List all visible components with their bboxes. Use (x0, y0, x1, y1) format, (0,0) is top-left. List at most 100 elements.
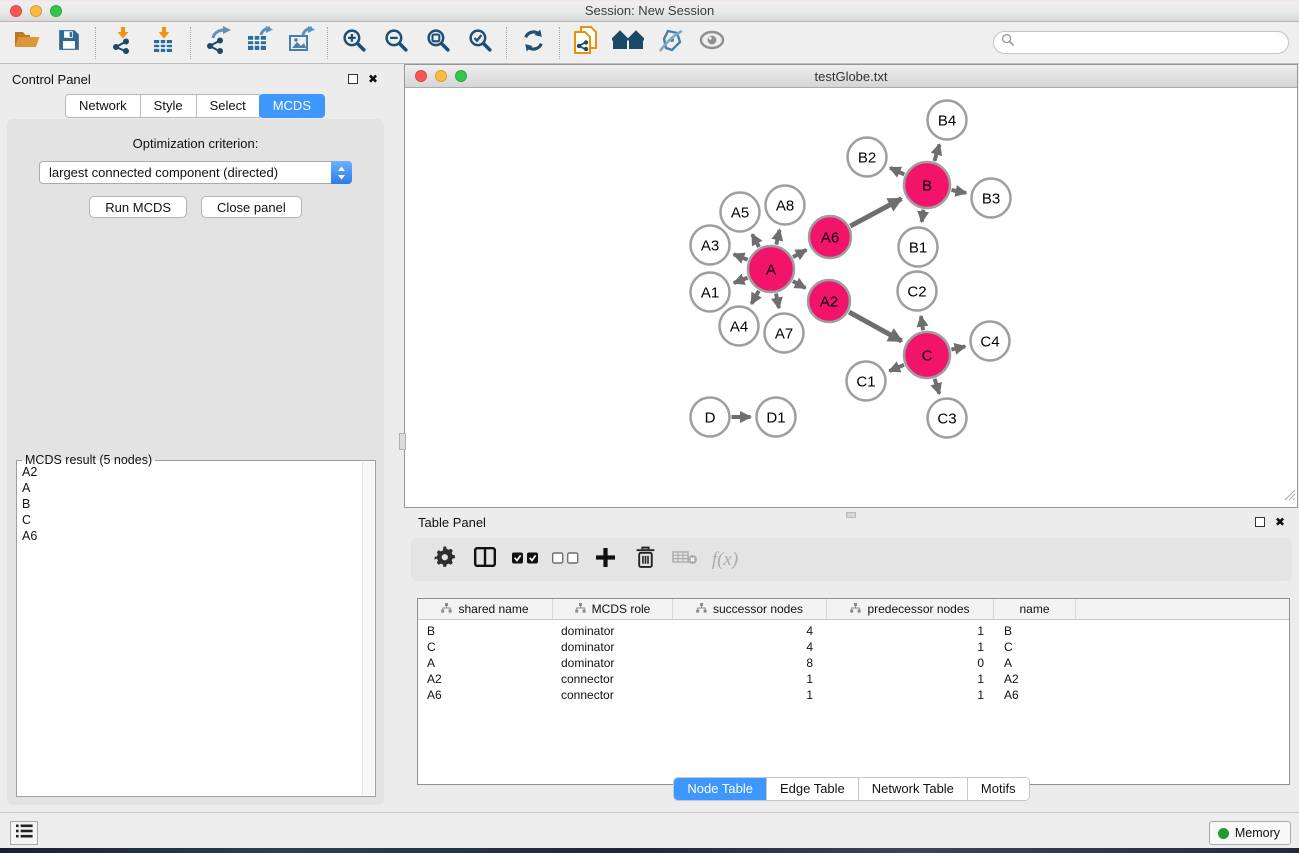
deselect-all-rows-button[interactable] (551, 546, 579, 574)
result-scrollbar[interactable] (362, 462, 374, 795)
export-table-button[interactable] (242, 26, 276, 60)
graph-node-A4[interactable]: A4 (720, 307, 759, 346)
float-panel-icon[interactable] (348, 74, 358, 84)
graph-edge-C-C4[interactable] (951, 347, 965, 350)
table-cell[interactable]: B (994, 624, 1076, 638)
table-cell[interactable]: A6 (418, 688, 553, 702)
graph-node-A[interactable]: A (748, 246, 794, 292)
graph-node-B2[interactable]: B2 (848, 138, 887, 177)
table-cell[interactable]: A (418, 656, 553, 670)
table-cell[interactable]: connector (553, 672, 673, 686)
graph-node-A8[interactable]: A8 (766, 186, 805, 225)
graph-edge-C-C2[interactable] (921, 316, 923, 330)
column-header-mcds-role[interactable]: MCDS role (553, 599, 673, 619)
table-settings-button[interactable] (431, 546, 459, 574)
graph-node-A2[interactable]: A2 (808, 280, 850, 322)
tab-style[interactable]: Style (140, 94, 197, 118)
table-cell[interactable]: 1 (827, 624, 994, 638)
close-table-panel-icon[interactable]: ✖ (1275, 517, 1285, 527)
export-network-button[interactable] (200, 26, 234, 60)
column-header-predecessor-nodes[interactable]: predecessor nodes (827, 599, 994, 619)
table-cell[interactable]: connector (553, 688, 673, 702)
graph-edge-B-B1[interactable] (922, 210, 924, 222)
delete-columns-button[interactable] (631, 546, 659, 574)
table-cell[interactable]: dominator (553, 624, 673, 638)
graph-edge-C-C1[interactable] (890, 365, 905, 371)
network-canvas[interactable]: B4B2BB3A8A5A6B1A3AC2A1A2A4A7C4CC1C3DD1 (405, 88, 1297, 507)
show-graphics-details-button[interactable] (695, 26, 729, 60)
run-mcds-button[interactable]: Run MCDS (89, 196, 187, 218)
graph-node-B4[interactable]: B4 (928, 101, 967, 140)
table-cell[interactable]: 8 (673, 656, 827, 670)
table-row[interactable]: Bdominator41B (418, 623, 1289, 639)
select-all-rows-button[interactable] (511, 546, 539, 574)
show-task-history-button[interactable] (10, 821, 38, 845)
graph-edge-C-C3[interactable] (935, 379, 940, 394)
graph-node-D[interactable]: D (691, 398, 730, 437)
table-cell[interactable]: A6 (994, 688, 1076, 702)
graph-edge-A-A6[interactable] (793, 250, 806, 257)
memory-button[interactable]: Memory (1209, 821, 1291, 845)
column-header-shared-name[interactable]: shared name (418, 599, 553, 619)
graph-node-B1[interactable]: B1 (899, 228, 938, 267)
graph-node-A3[interactable]: A3 (691, 226, 730, 265)
graph-node-A5[interactable]: A5 (721, 193, 760, 232)
table-cell[interactable]: dominator (553, 656, 673, 670)
tab-edge-table[interactable]: Edge Table (766, 778, 858, 800)
save-session-button[interactable] (52, 26, 86, 60)
graph-edge-B-B3[interactable] (952, 190, 967, 193)
table-cell[interactable]: A2 (994, 672, 1076, 686)
network-window-titlebar[interactable]: testGlobe.txt (405, 65, 1297, 88)
tab-motifs[interactable]: Motifs (967, 778, 1029, 800)
graph-edge-B-B4[interactable] (934, 144, 939, 161)
zoom-selected-button[interactable] (463, 26, 497, 60)
tab-network-table[interactable]: Network Table (858, 778, 967, 800)
close-panel-button[interactable]: Close panel (201, 196, 302, 218)
zoom-fit-button[interactable] (421, 26, 455, 60)
mcds-result-item[interactable]: B (22, 497, 361, 513)
column-header-successor-nodes[interactable]: successor nodes (673, 599, 827, 619)
mcds-result-item[interactable]: A (22, 481, 361, 497)
graph-node-A6[interactable]: A6 (809, 216, 851, 258)
table-cell[interactable]: B (418, 624, 553, 638)
zoom-out-button[interactable] (379, 26, 413, 60)
table-row[interactable]: A2connector11A2 (418, 671, 1289, 687)
home-browser-button[interactable] (611, 26, 645, 60)
graph-node-C[interactable]: C (904, 332, 950, 378)
import-network-button[interactable] (105, 26, 139, 60)
graph-edge-A-A3[interactable] (734, 254, 748, 259)
table-cell[interactable]: 1 (827, 672, 994, 686)
graph-edge-A-A5[interactable] (752, 234, 759, 247)
table-cell[interactable]: A2 (418, 672, 553, 686)
import-table-button[interactable] (147, 26, 181, 60)
graph-edge-A-A4[interactable] (752, 291, 759, 304)
table-cell[interactable]: 4 (673, 624, 827, 638)
tab-node-table[interactable]: Node Table (674, 778, 766, 800)
table-row[interactable]: Adominator80A (418, 655, 1289, 671)
mcds-result-item[interactable]: C (22, 513, 361, 529)
table-row[interactable]: Cdominator41C (418, 639, 1289, 655)
tab-select[interactable]: Select (196, 94, 260, 118)
open-session-button[interactable] (10, 26, 44, 60)
tab-network[interactable]: Network (65, 94, 141, 118)
graph-node-C2[interactable]: C2 (898, 272, 937, 311)
table-row[interactable]: A6connector11A6 (418, 687, 1289, 703)
mcds-result-item[interactable]: A6 (22, 529, 361, 545)
graph-node-B[interactable]: B (904, 162, 950, 208)
optimization-criterion-select[interactable]: largest connected component (directed) (39, 161, 352, 184)
column-header-name[interactable]: name (994, 599, 1076, 619)
graph-node-A1[interactable]: A1 (691, 273, 730, 312)
graph-node-D1[interactable]: D1 (757, 398, 796, 437)
table-cell[interactable]: C (994, 640, 1076, 654)
graph-edge-A-A1[interactable] (734, 278, 748, 283)
window-resize-grip[interactable] (1284, 488, 1296, 506)
create-column-button[interactable] (591, 546, 619, 574)
refresh-layout-button[interactable] (516, 26, 550, 60)
search-input[interactable] (1019, 33, 1288, 52)
graph-edge-A-A2[interactable] (793, 281, 806, 288)
table-cell[interactable]: 1 (673, 688, 827, 702)
panel-collapse-grip[interactable] (399, 433, 406, 450)
mcds-result-item[interactable]: A2 (22, 465, 361, 481)
table-cell[interactable]: 1 (827, 640, 994, 654)
table-cell[interactable]: C (418, 640, 553, 654)
